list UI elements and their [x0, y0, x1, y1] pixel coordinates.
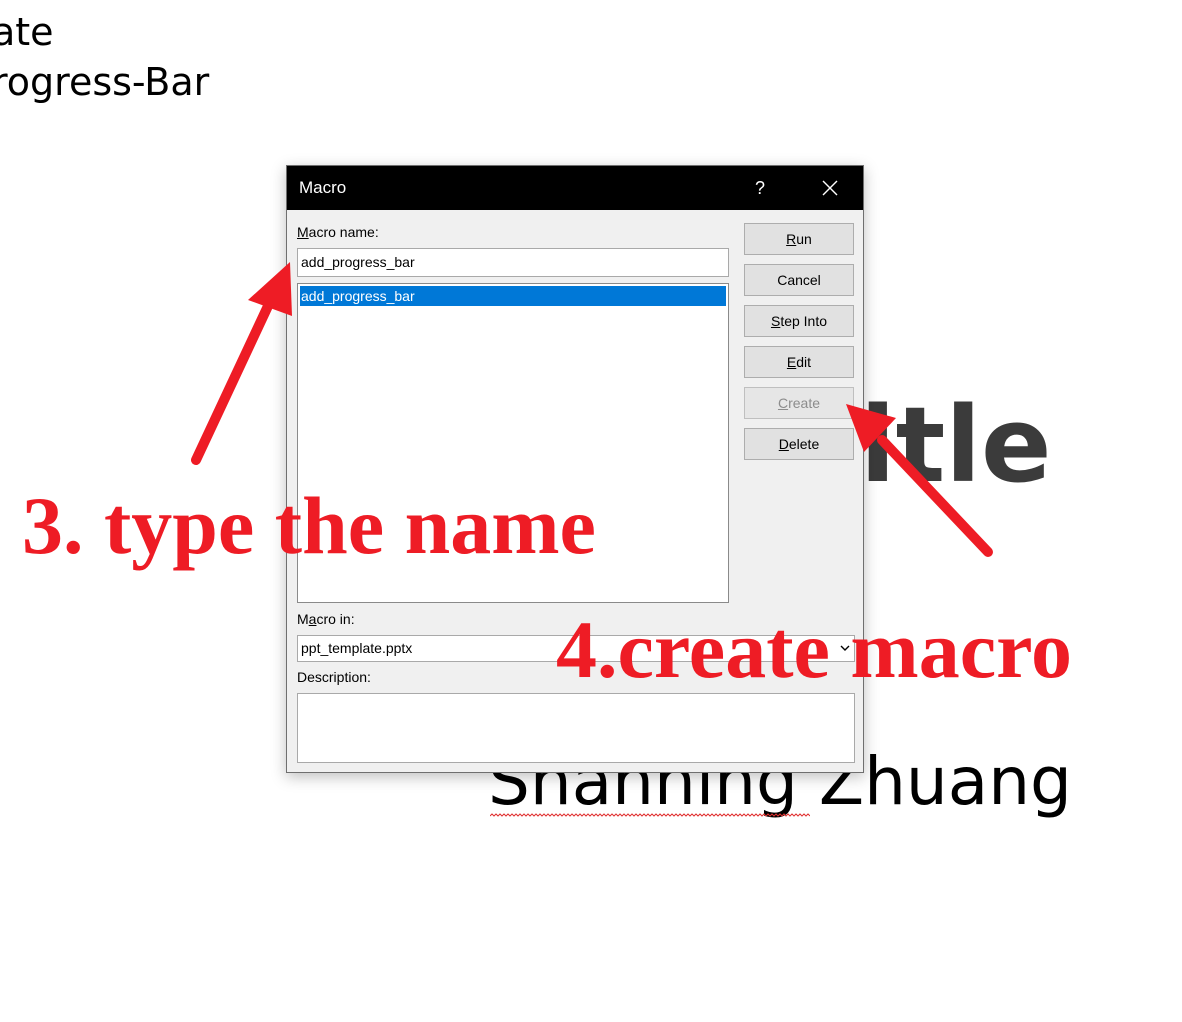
macro-name-label: Macro name:: [297, 224, 379, 240]
spellcheck-underline: [490, 813, 810, 817]
macro-in-value: ppt_template.pptx: [301, 640, 413, 656]
annotation-step4: 4.create macro: [556, 604, 1073, 695]
description-field[interactable]: [297, 693, 855, 763]
macro-name-input[interactable]: add_progress_bar: [297, 248, 729, 277]
delete-button[interactable]: Delete: [744, 428, 854, 460]
create-label: reate: [788, 395, 821, 411]
create-button[interactable]: Create: [744, 387, 854, 419]
step-into-accesskey: S: [770, 313, 781, 329]
description-label: Description:: [297, 669, 371, 685]
dialog-titlebar[interactable]: Macro ?: [287, 166, 863, 210]
slide-text-line1: ate: [0, 10, 54, 54]
macro-name-label-text: acro name:: [308, 224, 379, 240]
edit-accesskey: E: [786, 354, 797, 370]
arrow-to-macro-name: [191, 262, 292, 465]
dialog-title: Macro: [299, 178, 347, 197]
macro-in-label-text: cro in:: [316, 611, 355, 627]
delete-label: elete: [788, 436, 820, 452]
slide-text-line2: rogress-Bar: [0, 60, 210, 104]
create-accesskey: C: [777, 395, 789, 411]
macro-in-label: Macro in:: [297, 611, 355, 627]
slide-title: itle: [860, 384, 1052, 506]
annotation-step3: 3. type the name: [22, 480, 596, 571]
edit-label: dit: [796, 354, 812, 370]
macro-name-accesskey: M: [297, 224, 309, 240]
help-button[interactable]: ?: [745, 166, 775, 210]
delete-accesskey: D: [778, 436, 789, 452]
run-accesskey: R: [786, 231, 797, 247]
macro-in-label-m: M: [297, 611, 309, 627]
step-into-label: tep Into: [780, 313, 828, 329]
run-button[interactable]: Run: [744, 223, 854, 255]
close-button[interactable]: [807, 166, 853, 210]
run-label: un: [796, 231, 812, 247]
step-into-button[interactable]: Step Into: [744, 305, 854, 337]
cancel-button[interactable]: Cancel: [744, 264, 854, 296]
macro-list-item[interactable]: add_progress_bar: [300, 286, 726, 306]
edit-button[interactable]: Edit: [744, 346, 854, 378]
close-icon: [822, 180, 838, 196]
